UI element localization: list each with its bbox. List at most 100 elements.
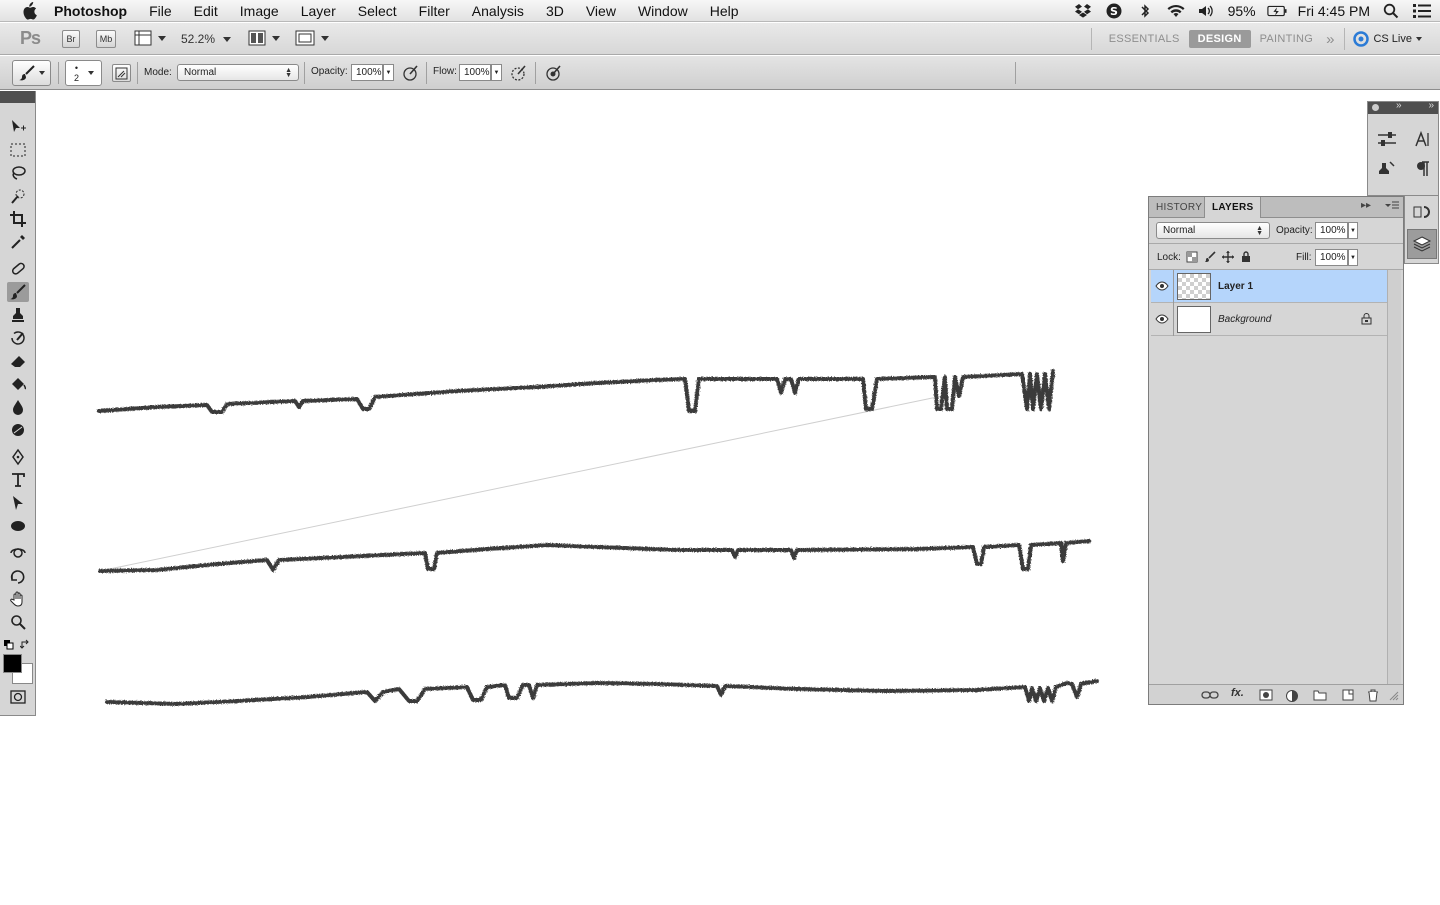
expand-dock-icon[interactable]: » bbox=[1396, 100, 1402, 111]
lasso-icon[interactable] bbox=[7, 163, 29, 183]
menu-analysis[interactable]: Analysis bbox=[461, 0, 535, 22]
layers-panel-icon[interactable] bbox=[1407, 229, 1437, 259]
view-extras-button[interactable] bbox=[134, 30, 166, 46]
visibility-eye-icon[interactable] bbox=[1155, 312, 1169, 326]
new-group-icon[interactable] bbox=[1313, 689, 1327, 701]
menu-window[interactable]: Window bbox=[627, 0, 699, 22]
fill-slider-toggle[interactable]: ▼ bbox=[1348, 249, 1358, 266]
menu-image[interactable]: Image bbox=[229, 0, 290, 22]
workspace-design[interactable]: DESIGN bbox=[1188, 30, 1251, 48]
dropbox-icon[interactable] bbox=[1073, 2, 1093, 20]
brush-preset-picker[interactable]: • 2 bbox=[65, 60, 102, 86]
arrange-documents-button[interactable] bbox=[248, 30, 280, 46]
eraser-icon[interactable] bbox=[7, 351, 29, 371]
fill-input[interactable]: 100% bbox=[1315, 249, 1348, 266]
more-workspaces-icon[interactable]: » bbox=[1322, 31, 1344, 48]
layer-opacity-slider-toggle[interactable]: ▼ bbox=[1348, 222, 1358, 239]
menu-edit[interactable]: Edit bbox=[183, 0, 229, 22]
menu-select[interactable]: Select bbox=[347, 0, 408, 22]
layers-scrollbar[interactable] bbox=[1387, 270, 1401, 684]
resize-grip-icon[interactable] bbox=[1389, 691, 1403, 703]
crop-icon[interactable] bbox=[7, 209, 29, 229]
bridge-button[interactable]: Br bbox=[62, 30, 80, 48]
workspace-painting[interactable]: PAINTING bbox=[1251, 30, 1323, 48]
wifi-icon[interactable] bbox=[1166, 2, 1186, 20]
clone-source-panel-icon[interactable] bbox=[1376, 160, 1396, 185]
menu-layer[interactable]: Layer bbox=[290, 0, 347, 22]
default-colors-icon[interactable] bbox=[4, 637, 14, 655]
path-selection-icon[interactable] bbox=[7, 493, 29, 513]
link-layers-icon[interactable] bbox=[1201, 689, 1219, 701]
3d-orbit-icon[interactable] bbox=[7, 566, 29, 586]
foreground-color-swatch[interactable] bbox=[3, 654, 22, 673]
expand-dock-icon[interactable]: » bbox=[1428, 100, 1434, 111]
adjustments-panel-icon[interactable] bbox=[1376, 130, 1398, 153]
menu-app-name[interactable]: Photoshop bbox=[54, 0, 138, 22]
blend-mode-select[interactable]: Normal ▲ ▼ bbox=[177, 64, 299, 81]
zoom-icon[interactable] bbox=[7, 612, 29, 632]
menu-filter[interactable]: Filter bbox=[408, 0, 461, 22]
bluetooth-icon[interactable] bbox=[1135, 2, 1155, 20]
layer-thumbnail[interactable] bbox=[1177, 306, 1211, 333]
pen-icon[interactable] bbox=[7, 447, 29, 467]
eyedropper-icon[interactable] bbox=[7, 232, 29, 252]
battery-icon[interactable] bbox=[1266, 2, 1287, 20]
cs-live-button[interactable]: CS Live bbox=[1353, 31, 1440, 47]
layer-style-icon[interactable]: fx. bbox=[1231, 687, 1245, 699]
visibility-eye-icon[interactable] bbox=[1155, 279, 1169, 293]
zoom-level-dropdown[interactable]: 52.2% bbox=[181, 32, 232, 46]
layer-name[interactable]: Background bbox=[1218, 314, 1271, 325]
spotlight-search-icon[interactable] bbox=[1381, 2, 1401, 20]
delete-layer-icon[interactable] bbox=[1367, 689, 1381, 702]
volume-icon[interactable] bbox=[1197, 2, 1217, 20]
close-dock-icon[interactable] bbox=[1372, 104, 1379, 111]
menu-help[interactable]: Help bbox=[699, 0, 750, 22]
lock-image-pixels-icon[interactable] bbox=[1204, 251, 1216, 266]
pressure-opacity-toggle[interactable] bbox=[402, 64, 420, 82]
mini-bridge-button[interactable]: Mb bbox=[96, 30, 116, 48]
move-icon[interactable] bbox=[7, 117, 29, 137]
type-icon[interactable] bbox=[7, 470, 29, 490]
opacity-input[interactable]: 100% bbox=[351, 64, 383, 81]
new-layer-icon[interactable] bbox=[1341, 689, 1355, 701]
masks-panel-icon[interactable] bbox=[1412, 204, 1432, 227]
flow-input[interactable]: 100% bbox=[459, 64, 491, 81]
adjustment-layer-icon[interactable] bbox=[1285, 689, 1299, 702]
apple-menu-icon[interactable] bbox=[18, 0, 40, 22]
layer-thumbnail[interactable] bbox=[1177, 273, 1211, 300]
swap-colors-icon[interactable] bbox=[19, 637, 31, 655]
menu-view[interactable]: View bbox=[575, 0, 627, 22]
hand-icon[interactable] bbox=[7, 589, 29, 609]
lock-transparent-pixels-icon[interactable] bbox=[1186, 251, 1198, 266]
character-panel-icon[interactable] bbox=[1414, 130, 1432, 153]
brush-icon[interactable] bbox=[7, 282, 29, 302]
dock-header[interactable]: » » bbox=[1368, 100, 1438, 114]
panel-menu-icon[interactable] bbox=[1384, 199, 1400, 214]
flow-slider-toggle[interactable]: ▼ bbox=[491, 64, 502, 81]
collapse-panel-icon[interactable]: ▸▸ bbox=[1361, 200, 1371, 211]
add-mask-icon[interactable] bbox=[1259, 689, 1273, 701]
layer-name[interactable]: Layer 1 bbox=[1218, 281, 1253, 292]
history-brush-icon[interactable] bbox=[7, 328, 29, 348]
clone-stamp-icon[interactable] bbox=[7, 305, 29, 325]
lock-all-icon[interactable] bbox=[1240, 251, 1252, 266]
3d-rotate-icon[interactable] bbox=[7, 543, 29, 563]
tab-history[interactable]: HISTORY bbox=[1149, 197, 1209, 218]
notification-list-icon[interactable] bbox=[1412, 2, 1432, 20]
pressure-size-toggle[interactable] bbox=[545, 64, 563, 82]
quick-selection-icon[interactable] bbox=[7, 186, 29, 206]
menu-clock[interactable]: Fri 4:45 PM bbox=[1298, 3, 1370, 19]
layer-row[interactable]: Background bbox=[1151, 303, 1387, 336]
quick-mask-icon[interactable] bbox=[7, 687, 29, 707]
tab-layers[interactable]: LAYERS bbox=[1204, 197, 1262, 218]
tool-preset-picker[interactable] bbox=[12, 60, 51, 86]
dodge-icon[interactable] bbox=[7, 420, 29, 440]
screen-mode-button[interactable] bbox=[295, 30, 329, 46]
paragraph-panel-icon[interactable] bbox=[1416, 160, 1430, 183]
blur-icon[interactable] bbox=[7, 397, 29, 417]
layer-blend-mode-select[interactable]: Normal ▲ ▼ bbox=[1156, 222, 1270, 239]
opacity-slider-toggle[interactable]: ▼ bbox=[383, 64, 394, 81]
lock-position-icon[interactable] bbox=[1222, 251, 1234, 266]
layer-row[interactable]: Layer 1 bbox=[1151, 270, 1387, 303]
marquee-icon[interactable] bbox=[7, 140, 29, 160]
